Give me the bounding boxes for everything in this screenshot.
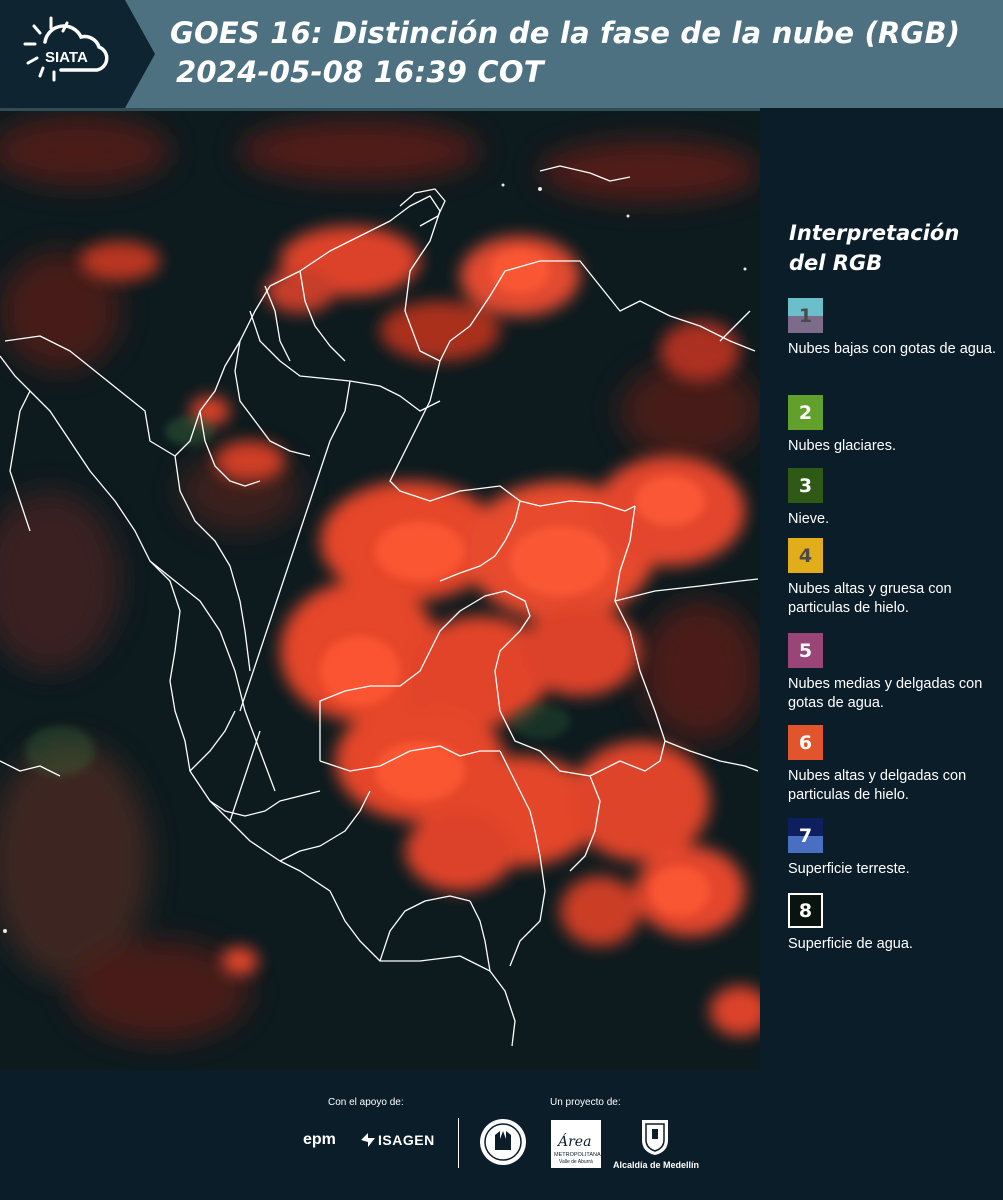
- legend-label: Nubes bajas con gotas de agua.: [788, 341, 996, 357]
- legend-swatch: 7: [788, 818, 823, 853]
- area-logo-sub2: Valle de Aburrá: [559, 1159, 593, 1165]
- legend-item: 6 Nubes altas y delgadas con particulas …: [788, 725, 998, 805]
- support-caption: Con el apoyo de:: [328, 1097, 404, 1108]
- area-logo-sub1: METROPOLITANA: [554, 1152, 601, 1158]
- legend-swatch: 6: [788, 725, 823, 760]
- medellin-shield-icon: [642, 1120, 668, 1155]
- legend-number: 5: [798, 639, 813, 662]
- footer-divider: [458, 1118, 459, 1168]
- legend-title-line1: Interpretación: [789, 221, 960, 245]
- legend-label: Nubes glaciares.: [788, 438, 896, 454]
- isagen-logo: ISAGEN: [378, 1132, 435, 1148]
- legend-label: Nubes altas y gruesa con particulas de h…: [788, 581, 952, 616]
- legend-swatch: 2: [788, 395, 823, 430]
- legend-swatch: 4: [788, 538, 823, 573]
- isagen-icon: [361, 1133, 375, 1147]
- satellite-map: [0, 108, 760, 1070]
- project-caption: Un proyecto de:: [550, 1097, 621, 1108]
- legend-title-line2: del RGB: [789, 251, 883, 275]
- legend-number: 2: [798, 401, 813, 424]
- epm-logo: epm: [303, 1131, 336, 1148]
- legend-title: Interpretación del RGB: [789, 218, 989, 278]
- legend-number: 7: [798, 824, 813, 847]
- area-metropolitana-icon: Área METROPOLITANA Valle de Aburrá: [551, 1120, 601, 1168]
- legend-label: Nubes medias y delgadas con gotas de agu…: [788, 676, 983, 711]
- legend-label: Nieve.: [788, 511, 830, 527]
- legend-label: Superficie de agua.: [788, 936, 913, 952]
- page-title: GOES 16: Distinción de la fase de la nub…: [170, 16, 961, 50]
- legend-swatch: 1: [788, 298, 823, 333]
- medellin-logo-text: Alcaldía de Medellín: [613, 1160, 700, 1170]
- legend-swatch: 3: [788, 468, 823, 503]
- legend-number: 1: [798, 304, 813, 327]
- legend-swatch: 8: [788, 893, 823, 928]
- legend-item: 4 Nubes altas y gruesa con particulas de…: [788, 538, 998, 618]
- legend-label: Superficie terreste.: [788, 861, 910, 877]
- footer: Con el apoyo de: Un proyecto de: epm ISA…: [0, 1070, 1003, 1200]
- siata-logo: SIATA: [0, 0, 155, 108]
- legend-swatch: 5: [788, 633, 823, 668]
- legend-number: 8: [798, 899, 813, 922]
- legend-item: 5 Nubes medias y delgadas con gotas de a…: [788, 633, 998, 713]
- legend-item: 2 Nubes glaciares.: [788, 395, 998, 456]
- legend-label: Nubes altas y delgadas con particulas de…: [788, 768, 967, 803]
- legend-number: 4: [798, 544, 813, 567]
- timestamp-title: 2024-05-08 16:39 COT: [176, 55, 544, 89]
- legend-panel: Interpretación del RGB 1 Nubes bajas con…: [760, 108, 1003, 1070]
- siata-logo-text: SIATA: [45, 49, 88, 66]
- legend-item: 7 Superficie terreste.: [788, 818, 998, 879]
- legend-number: 3: [798, 474, 813, 497]
- legend-item: 3 Nieve.: [788, 468, 998, 529]
- seal-icon: [480, 1119, 526, 1165]
- legend-item: 8 Superficie de agua.: [788, 893, 998, 954]
- legend-item: 1 Nubes bajas con gotas de agua.: [788, 298, 998, 359]
- area-logo-text: Área: [556, 1132, 591, 1150]
- legend-number: 6: [798, 731, 813, 754]
- header: SIATA GOES 16: Distinción de la fase de …: [0, 0, 1003, 108]
